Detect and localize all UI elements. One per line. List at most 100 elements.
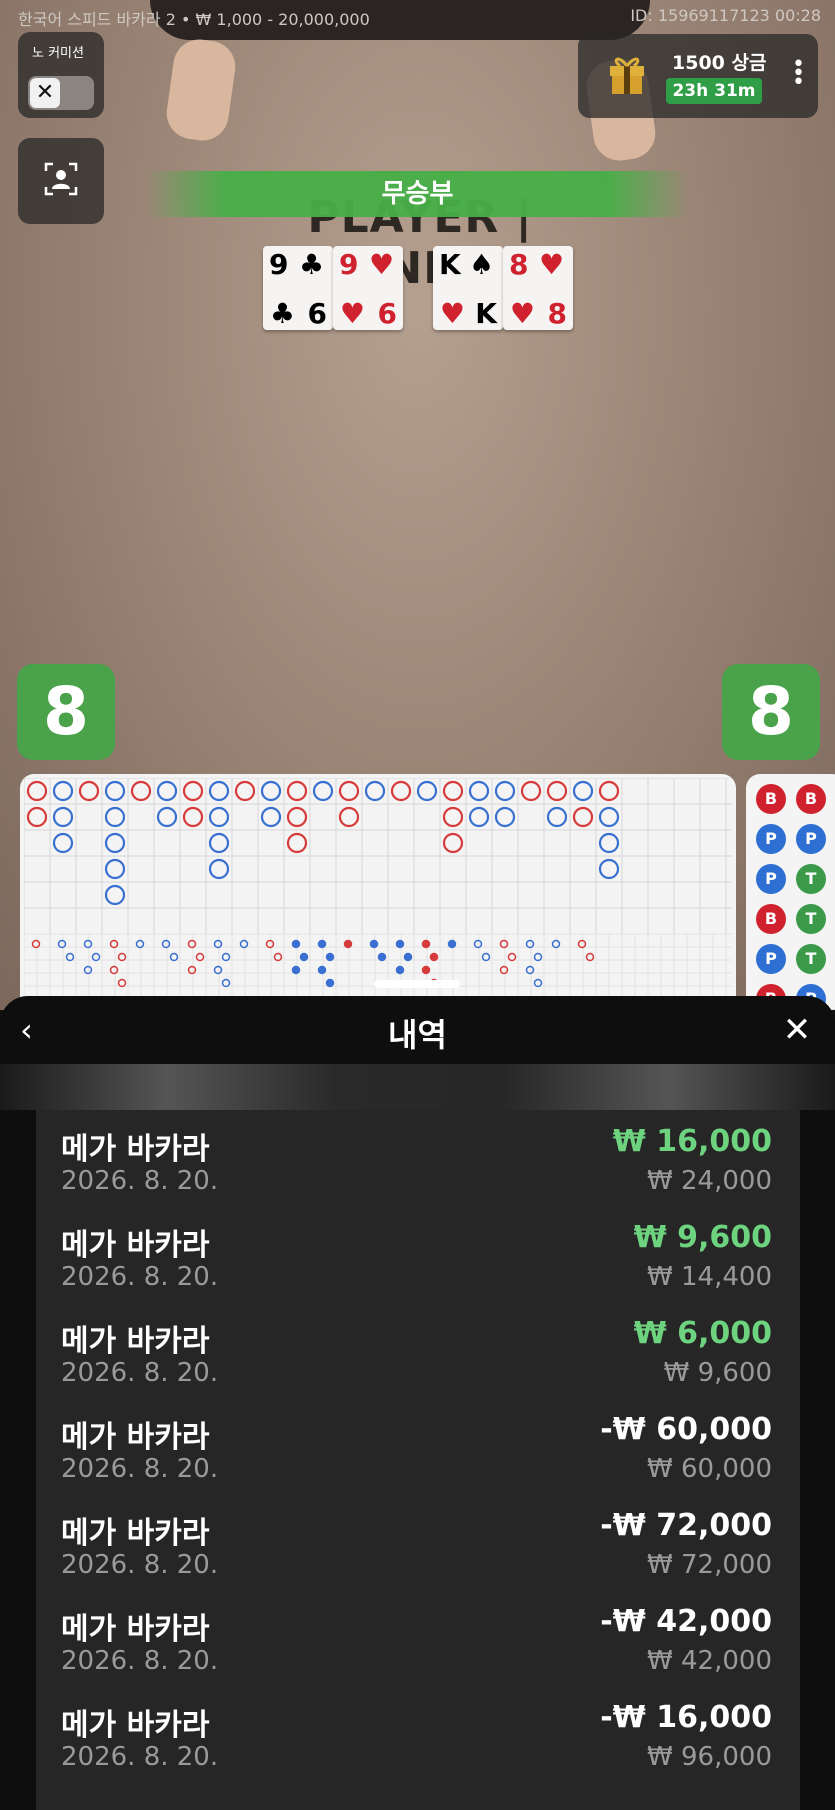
derived-road-mark [343, 939, 353, 949]
road-bead [546, 780, 568, 802]
dealer-left-hand [163, 36, 239, 144]
prediction-chip: P [756, 864, 786, 894]
road-bead [312, 780, 334, 802]
card-suit-bottom: ♥ [439, 297, 465, 330]
road-bead [260, 780, 282, 802]
prediction-chip: P [756, 824, 786, 854]
sheet-title: 내역 [388, 1016, 447, 1054]
road-bead [286, 780, 308, 802]
promo-panel[interactable]: 1500 상금 23h 31m • • • [578, 34, 818, 118]
derived-road-mark [499, 965, 509, 975]
card-rank: K [439, 248, 461, 281]
derived-road-mark [83, 965, 93, 975]
road-bead [572, 780, 594, 802]
road-bead [234, 780, 256, 802]
road-bead [130, 780, 152, 802]
road-bead [546, 806, 568, 828]
kebab-menu-icon[interactable]: • • • [792, 54, 805, 94]
derived-road-mark [473, 939, 483, 949]
live-video-area: 한국어 스피드 바카라 2 • ₩ 1,000 - 20,000,000 ID:… [0, 0, 835, 1010]
road-bead [468, 806, 490, 828]
camera-view-button[interactable] [18, 138, 104, 224]
prediction-chip: T [796, 864, 826, 894]
road-bead [182, 806, 204, 828]
history-row[interactable]: 메가 바카라 2026. 8. 20. ₩ 16,000 ₩ 24,000 [36, 1110, 800, 1206]
derived-road-mark [187, 939, 197, 949]
game-name: 메가 바카라 [61, 1612, 210, 1647]
derived-road-mark [117, 978, 127, 988]
history-row[interactable]: 메가 바카라 2026. 8. 20. ₩ 9,600 ₩ 14,400 [36, 1206, 800, 1302]
derived-road-mark [213, 965, 223, 975]
game-date: 2026. 8. 20. [61, 1454, 219, 1484]
road-bead [156, 806, 178, 828]
derived-road-mark [299, 952, 309, 962]
sheet-header: ‹ 내역 ✕ [0, 996, 835, 1064]
road-bead [104, 884, 126, 906]
player-card-2: 9 ♥ 6 ♥ [333, 246, 403, 330]
bet-amount: ₩ 14,400 [647, 1262, 772, 1292]
road-bead [156, 780, 178, 802]
derived-road-mark [109, 965, 119, 975]
road-bead [598, 780, 620, 802]
derived-road-mark [533, 978, 543, 988]
derived-road-mark [135, 939, 145, 949]
card-rank-bottom: 8 [547, 297, 567, 330]
payout-amount: ₩ 9,600 [633, 1220, 772, 1255]
road-bead [26, 780, 48, 802]
close-icon[interactable]: ✕ [777, 1010, 817, 1050]
card-suit: ♠ [469, 248, 495, 281]
card-suit: ♣ [299, 248, 325, 281]
promo-title: 1500 상금 [672, 52, 767, 74]
road-bead [598, 832, 620, 854]
sheet-drag-handle[interactable] [374, 980, 460, 988]
game-date: 2026. 8. 20. [61, 1262, 219, 1292]
road-bead [26, 806, 48, 828]
game-date: 2026. 8. 20. [61, 1166, 219, 1196]
history-row[interactable]: 메가 바카라 2026. 8. 20. -₩ 16,000 ₩ 96,000 [36, 1686, 800, 1782]
game-date: 2026. 8. 20. [61, 1358, 219, 1388]
road-bead [598, 806, 620, 828]
history-row[interactable]: 메가 바카라 2026. 8. 20. ₩ 6,000 ₩ 9,600 [36, 1302, 800, 1398]
road-bead [286, 832, 308, 854]
history-row[interactable]: 메가 바카라 2026. 8. 20. -₩ 60,000 ₩ 60,000 [36, 1398, 800, 1494]
payout-amount: -₩ 16,000 [600, 1700, 772, 1735]
player-card-1: 9 ♣ 6 ♣ [263, 246, 333, 330]
card-suit: ♥ [369, 248, 395, 281]
history-list[interactable]: 메가 바카라 2026. 8. 20. ₩ 16,000 ₩ 24,000 메가 바카라… [36, 1110, 800, 1810]
derived-road-mark [161, 939, 171, 949]
road-bead [442, 806, 464, 828]
derived-road-mark [507, 952, 517, 962]
no-commission-toggle[interactable]: ✕ [28, 76, 94, 110]
game-name: 메가 바카라 [61, 1420, 210, 1455]
derived-road-mark [187, 965, 197, 975]
derived-road-mark [533, 952, 543, 962]
payout-amount: ₩ 16,000 [612, 1124, 772, 1159]
banker-card-2: 8 ♥ 8 ♥ [503, 246, 573, 330]
road-bead [468, 780, 490, 802]
history-row[interactable]: 메가 바카라 2026. 8. 20. -₩ 42,000 ₩ 42,000 [36, 1590, 800, 1686]
table-info: 한국어 스피드 바카라 2 • ₩ 1,000 - 20,000,000 [18, 10, 370, 29]
derived-road-mark [377, 952, 387, 962]
derived-road-mark [65, 952, 75, 962]
close-icon: ✕ [30, 78, 60, 108]
derived-road-mark [395, 939, 405, 949]
road-bead [494, 806, 516, 828]
session-info: ID: 15969117123 00:28 [630, 6, 821, 25]
derived-road-mark [525, 939, 535, 949]
derived-road-mark [239, 939, 249, 949]
road-bead [182, 780, 204, 802]
history-sheet: ‹ 내역 ✕ 메가 바카라 2026. 8. 20. ₩ 16,000 ₩ 24,00… [0, 996, 835, 1810]
game-date: 2026. 8. 20. [61, 1550, 219, 1580]
bet-amount: ₩ 60,000 [647, 1454, 772, 1484]
payout-amount: -₩ 72,000 [600, 1508, 772, 1543]
derived-road-mark [447, 939, 457, 949]
prediction-panel[interactable]: BBPPPTBTPTBP [746, 774, 835, 1010]
card-suit-bottom: ♥ [509, 297, 535, 330]
roadmap-scoreboard[interactable] [20, 774, 736, 1010]
history-row[interactable]: 메가 바카라 2026. 8. 20. -₩ 72,000 ₩ 72,000 [36, 1494, 800, 1590]
result-banner: 무승부 [145, 171, 690, 217]
derived-road-mark [221, 952, 231, 962]
derived-road-mark [273, 952, 283, 962]
road-bead [416, 780, 438, 802]
road-bead [52, 780, 74, 802]
